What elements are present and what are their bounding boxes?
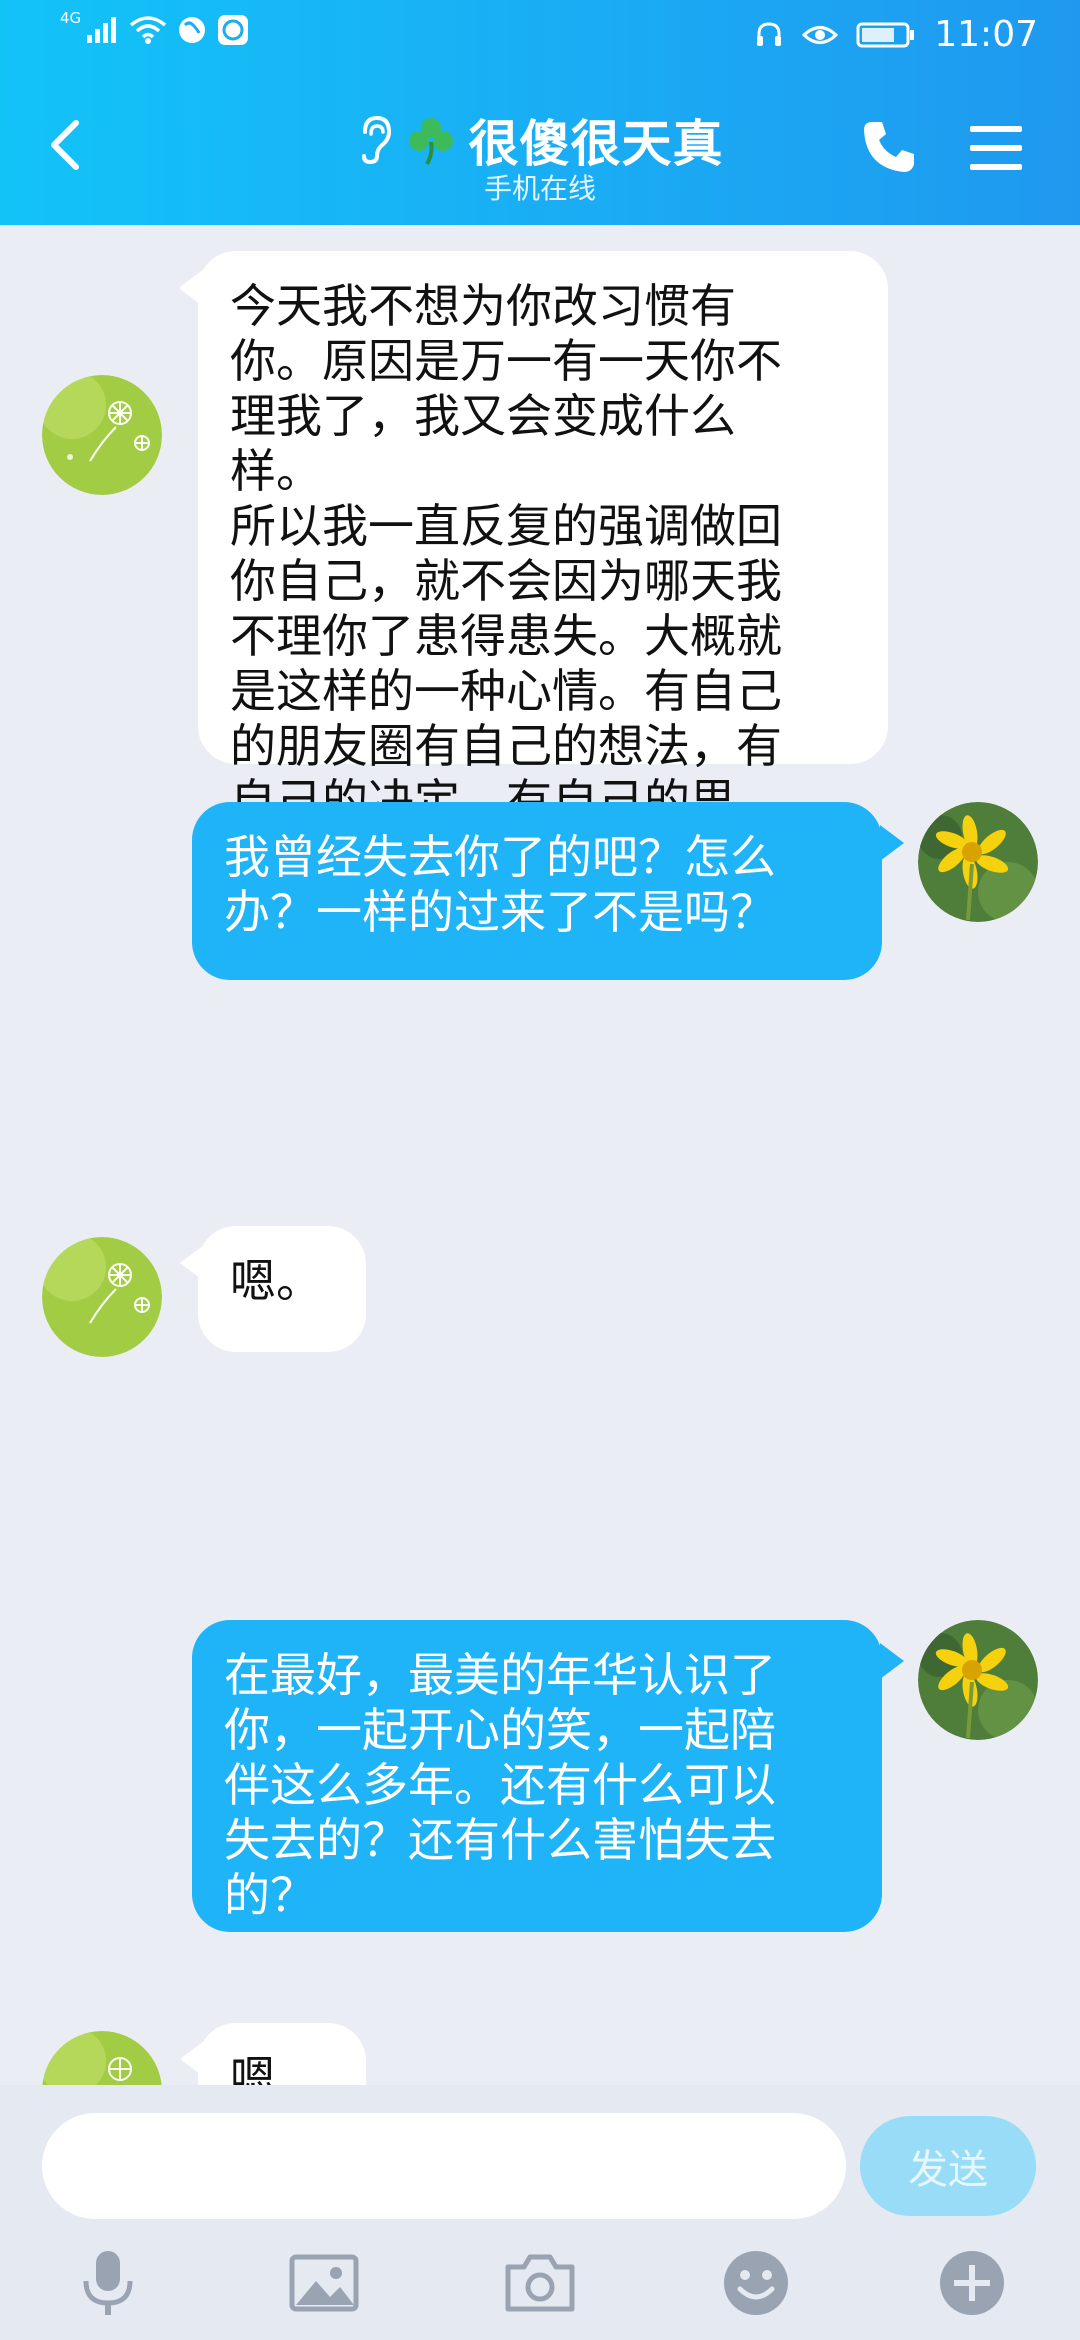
send-button[interactable]: 发送	[860, 2116, 1036, 2216]
message-list[interactable]: 上午10:07 今天我不想为你改习惯有 你。原因是万一有一天你不 理我了，我又会…	[0, 225, 1080, 2085]
dandelion-avatar-image	[42, 2031, 162, 2085]
battery-icon	[856, 22, 915, 47]
contact-name: 很傻很天真	[468, 115, 724, 173]
wifi-icon	[130, 16, 167, 44]
message-input[interactable]	[42, 2113, 846, 2219]
image-icon[interactable]	[288, 2247, 360, 2319]
dandelion-avatar-image	[42, 1237, 162, 1357]
dandelion-avatar-image	[42, 375, 162, 495]
microphone-icon[interactable]	[72, 2247, 144, 2319]
signal-icon	[87, 17, 117, 43]
my-avatar[interactable]	[918, 1620, 1038, 1740]
app-notification-icon	[218, 15, 249, 45]
globe-icon	[179, 17, 206, 43]
my-avatar[interactable]	[918, 802, 1038, 922]
contact-avatar[interactable]	[42, 1237, 162, 1357]
message-bubble-incoming[interactable]: 今天我不想为你改习惯有 你。原因是万一有一天你不 理我了，我又会变成什么 样。 …	[198, 251, 888, 938]
clover-icon	[408, 118, 453, 166]
contact-avatar[interactable]	[42, 375, 162, 495]
emoji-icon[interactable]	[720, 2247, 792, 2319]
headset-icon	[757, 21, 782, 46]
presence-status: 手机在线	[483, 172, 596, 205]
menu-icon[interactable]	[968, 123, 1024, 173]
camera-icon[interactable]	[504, 2247, 576, 2319]
chat-header: 4G 11:07 很傻很天真 手机在线	[0, 0, 1080, 225]
contact-title-area[interactable]: 很傻很天真	[0, 104, 1080, 176]
message-bubble-outgoing[interactable]: 我曾经失去你了的吧？怎么 办？一样的过来了不是吗？	[192, 802, 882, 980]
ear-icon	[361, 115, 391, 165]
eye-icon	[802, 25, 839, 44]
status-bar: 4G 11:07	[0, 0, 1080, 72]
phone-icon[interactable]	[860, 118, 918, 176]
bubble-tail	[880, 825, 904, 861]
message-bubble-outgoing[interactable]: 在最好，最美的年华认识了 你，一起开心的笑，一起陪 伴这么多年。还有什么可以 失…	[192, 1620, 882, 1932]
network-type: 4G	[60, 9, 82, 27]
clock: 11:07	[934, 14, 1038, 55]
message-bubble-incoming[interactable]: 嗯	[198, 2023, 366, 2085]
yellow-flower-avatar-image	[918, 802, 1038, 922]
plus-icon[interactable]	[936, 2247, 1008, 2319]
contact-avatar[interactable]	[42, 2031, 162, 2085]
composer-bar: 发送	[0, 2085, 1080, 2340]
yellow-flower-avatar-image	[918, 1620, 1038, 1740]
message-bubble-incoming[interactable]: 嗯。	[198, 1226, 366, 1352]
bubble-tail	[880, 1643, 904, 1679]
